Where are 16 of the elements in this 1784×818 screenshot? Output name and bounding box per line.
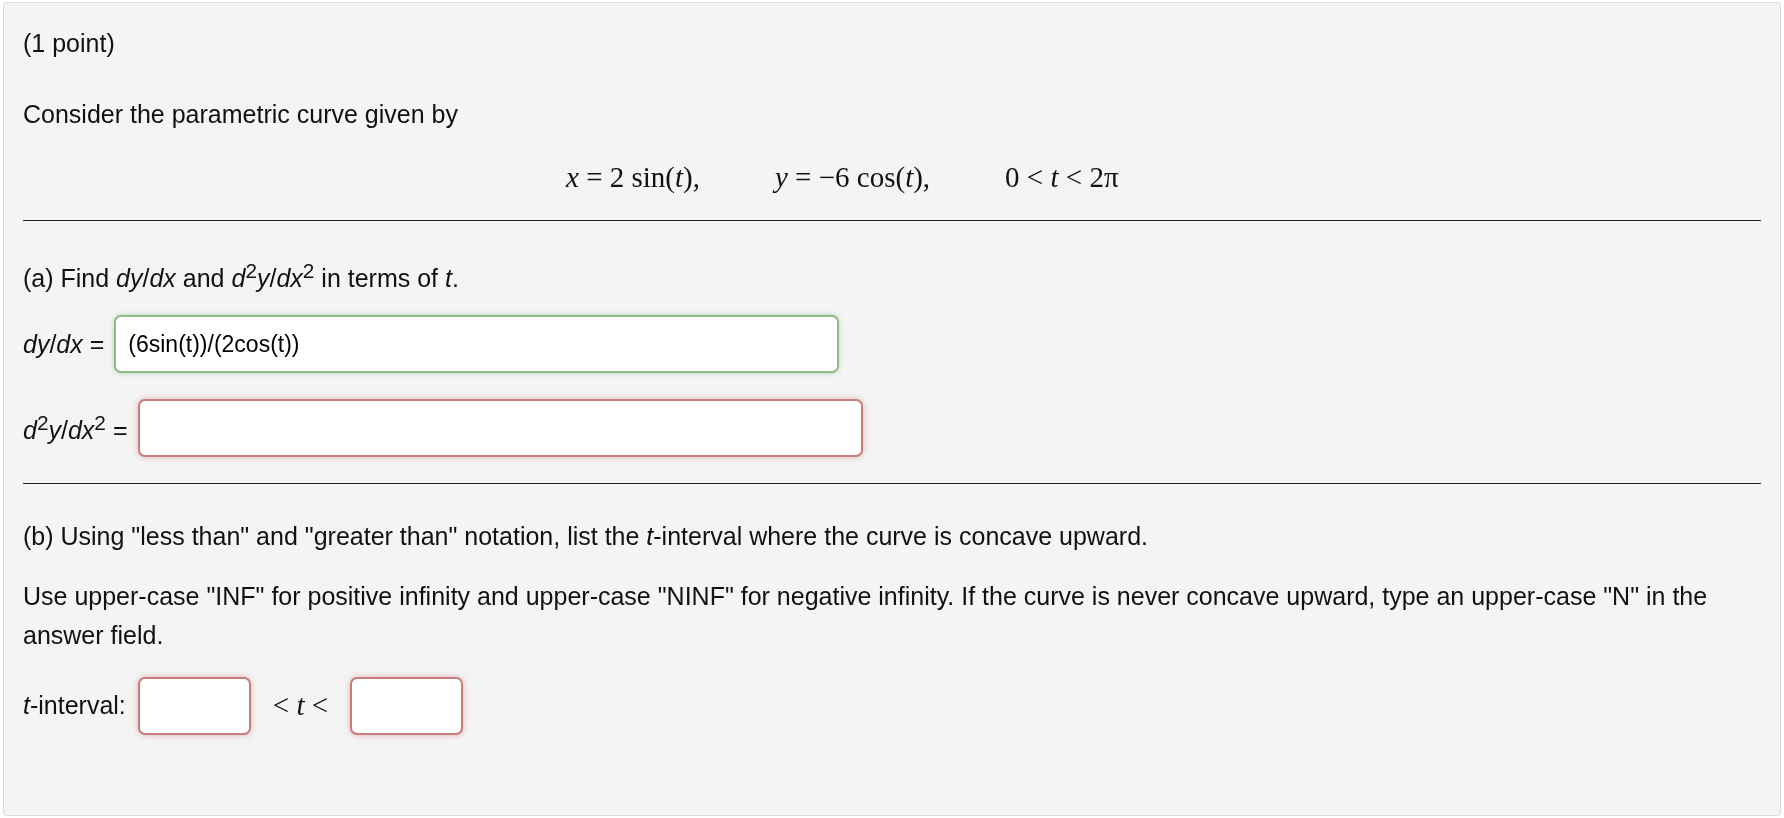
upper-bound-field[interactable] <box>350 676 464 735</box>
question-text: (b) Using "less than" and "greater than" notation, list the t-interval where the curve is concave upward. <box>23 522 1149 552</box>
question-text: (a) Find dy/dx and d$^{2}$y/dx$^{2}$ in terms of t. <box>23 259 460 294</box>
answer-label: dy/dx = <box>23 329 105 359</box>
points-label: (1 point) <box>23 29 116 58</box>
answer-field[interactable]: (6sin(t))/(2cos(t)) <box>114 315 840 374</box>
answer-field[interactable] <box>137 399 863 458</box>
answer-label: d$^{2}$y/dx$^{2}$ = <box>23 411 128 446</box>
equation: y = −6 cos(t), <box>774 161 931 194</box>
inequality-text: < t < <box>272 689 329 723</box>
interval-label: t-interval: <box>23 691 126 721</box>
instructions-text: Use upper-case "INF" for positive infinity and upper-case "NINF" for negative infinity. If the curve is never concave upward, type an upper-case "N" in the answer field. <box>23 581 1709 652</box>
lower-bound-field[interactable] <box>137 676 251 735</box>
equation: 0 < t < 2π <box>1005 161 1119 194</box>
intro-text: Consider the parametric curve given by <box>23 100 459 129</box>
equation: x = 2 sin(t), <box>566 161 700 194</box>
